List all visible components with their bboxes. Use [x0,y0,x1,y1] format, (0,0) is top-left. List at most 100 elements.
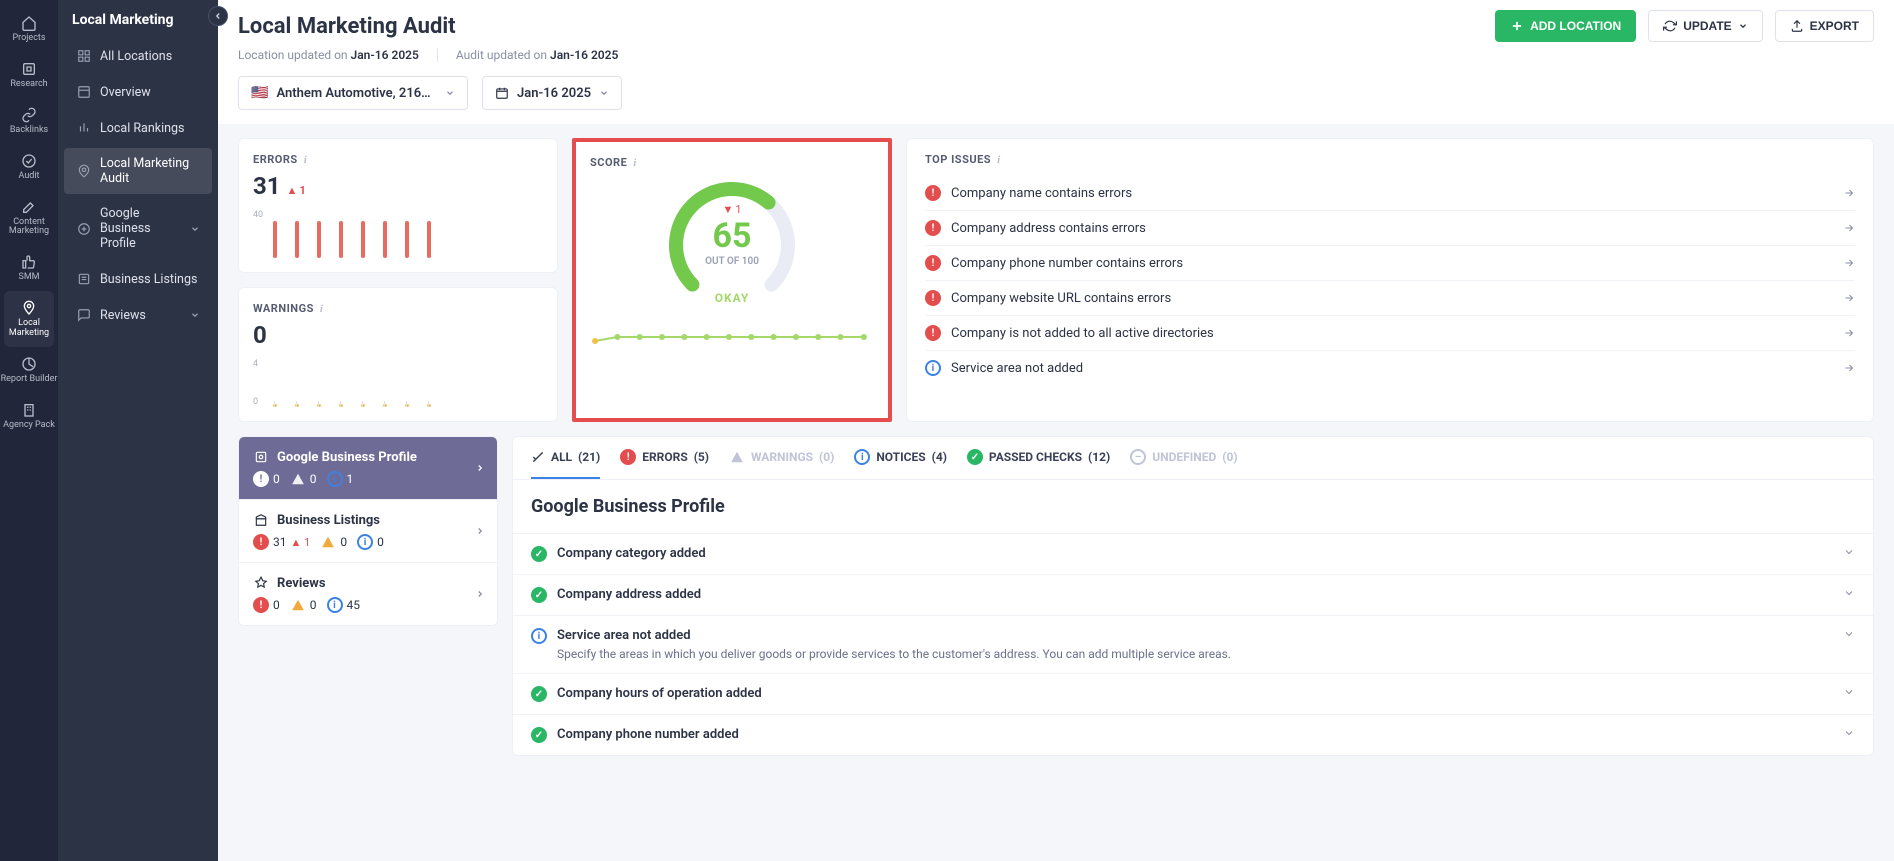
grid-icon [76,48,92,64]
chevron-right-icon [475,589,485,599]
check-circle-icon [20,152,38,170]
nav-backlinks[interactable]: Backlinks [0,98,58,144]
us-flag-icon: 🇺🇸 [251,85,268,101]
issue-row[interactable]: !Company website URL contains errors [925,281,1855,316]
nav-content-marketing[interactable]: Content Marketing [0,190,58,246]
nav-research[interactable]: Research [0,52,58,98]
subnav-overview[interactable]: Overview [64,76,212,108]
checks-panel: ALL (21) !ERRORS (5) WARNINGS (0) iNOTIC… [512,436,1874,756]
warnings-sparkline: 40 [253,359,543,407]
errors-delta: ▲ 1 [287,184,306,197]
errors-sparkline: 40 [253,210,543,258]
audit-updated: Audit updated on Jan-16 2025 [456,48,618,62]
score-delta: ▼ 1 [722,203,741,216]
issue-row[interactable]: !Company name contains errors [925,176,1855,211]
issue-row[interactable]: iService area not added [925,351,1855,385]
section-title: Google Business Profile [513,480,1873,533]
err-icon: ! [925,220,941,236]
reviews-icon [76,307,92,323]
subnav-local-rankings[interactable]: Local Rankings [64,112,212,144]
collapse-subnav-button[interactable] [208,6,228,26]
page-header: Local Marketing Audit ADD LOCATION UPDAT… [218,0,1894,124]
nav-smm[interactable]: SMM [0,245,58,291]
check-row[interactable]: ✓Company hours of operation added [513,673,1873,714]
nav-projects[interactable]: Projects [0,6,58,52]
category-icon [253,512,269,528]
category-item[interactable]: Reviews!00i45 [239,563,497,625]
tab-passed[interactable]: ✓PASSED CHECKS (12) [967,437,1110,479]
nav-audit[interactable]: Audit [0,144,58,190]
tab-notices[interactable]: iNOTICES (4) [854,437,947,479]
check-row[interactable]: iService area not addedSpecify the areas… [513,615,1873,673]
score-value: 65 [712,216,751,256]
category-item[interactable]: Business Listings!31 ▲ 10i0 [239,500,497,563]
issue-row[interactable]: !Company address contains errors [925,211,1855,246]
arrow-right-icon [1843,222,1855,234]
pass-icon: ✓ [531,587,547,603]
iconbar: Projects Research Backlinks Audit Conten… [0,0,58,861]
chevron-down-icon [599,88,609,98]
chevron-right-icon [475,463,485,473]
tab-warnings[interactable]: WARNINGS (0) [729,437,834,479]
notice-icon: i [854,449,870,465]
nav-report-builder[interactable]: Report Builder [0,347,58,393]
export-button[interactable]: EXPORT [1775,10,1874,42]
date-select[interactable]: Jan-16 2025 [482,76,622,110]
subnav-all-locations[interactable]: All Locations [64,40,212,72]
page-title: Local Marketing Audit [238,14,1483,39]
errors-card: ERRORSi 31▲ 1 40 [238,138,558,273]
home-icon [20,14,38,32]
info-icon[interactable]: i [304,154,308,166]
tab-errors[interactable]: !ERRORS (5) [620,437,709,479]
tab-all[interactable]: ALL (21) [531,437,600,479]
pass-icon: ✓ [531,727,547,743]
check-row[interactable]: ✓Company address added [513,574,1873,615]
category-icon [253,449,269,465]
update-button[interactable]: UPDATE [1648,10,1762,42]
issue-row[interactable]: !Company phone number contains errors [925,246,1855,281]
nav-agency-pack[interactable]: Agency Pack [0,393,58,439]
warnings-card: WARNINGSi 0 40 [238,287,558,422]
category-icon [253,575,269,591]
add-location-button[interactable]: ADD LOCATION [1495,10,1636,42]
google-icon [76,221,92,237]
arrow-right-icon [1843,292,1855,304]
main: Local Marketing Audit ADD LOCATION UPDAT… [218,0,1894,861]
nav-local-marketing[interactable]: Local Marketing [4,291,54,347]
rankings-icon [76,120,92,136]
info-icon[interactable]: i [320,303,324,315]
err-icon: ! [925,185,941,201]
subnav-reviews[interactable]: Reviews [64,299,212,331]
notice-icon: i [925,360,941,376]
err-icon: ! [925,325,941,341]
info-icon[interactable]: i [997,154,1001,166]
issue-row[interactable]: !Company is not added to all active dire… [925,316,1855,351]
check-row[interactable]: ✓Company phone number added [513,714,1873,755]
chevron-down-icon [190,310,200,320]
audit-icon [76,163,92,179]
undefined-icon: – [1130,449,1146,465]
tab-undefined[interactable]: –UNDEFINED (0) [1130,437,1237,479]
pass-icon: ✓ [531,686,547,702]
notice-icon: i [327,471,343,487]
notice-icon: i [357,534,373,550]
overview-icon [76,84,92,100]
subnav: Local Marketing All Locations Overview L… [58,0,218,861]
subnav-business-listings[interactable]: Business Listings [64,263,212,295]
category-item[interactable]: Google Business Profile!00i1 [239,437,497,500]
pass-icon: ✓ [967,449,983,465]
building-icon [20,401,38,419]
error-icon: ! [253,534,269,550]
notice-icon: i [531,628,547,644]
category-list: Google Business Profile!00i1Business Lis… [238,436,498,626]
subnav-gbp[interactable]: Google Business Profile [64,198,212,259]
info-icon[interactable]: i [633,157,637,169]
check-row[interactable]: ✓Company category added [513,533,1873,574]
subnav-local-marketing-audit[interactable]: Local Marketing Audit [64,148,212,194]
warning-icon [290,471,306,487]
warning-icon [729,449,745,465]
err-icon: ! [925,255,941,271]
arrow-right-icon [1843,327,1855,339]
location-select[interactable]: 🇺🇸Anthem Automotive, 2163 Piedmont R... [238,76,468,110]
chevron-down-icon [1843,587,1855,599]
